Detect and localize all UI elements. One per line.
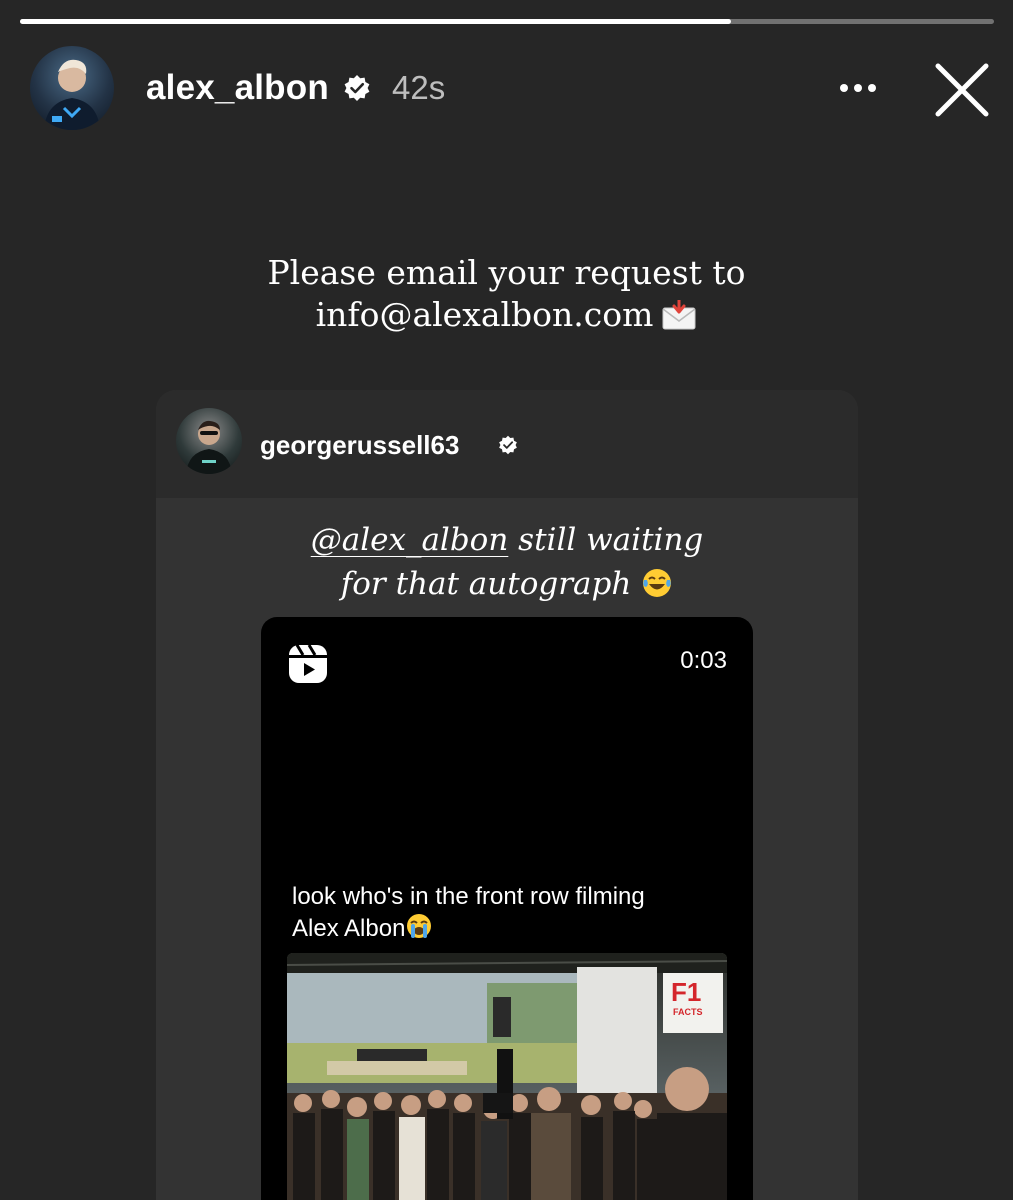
face-with-tears-of-joy-icon xyxy=(643,569,672,597)
shared-post-avatar[interactable] xyxy=(176,408,242,474)
shared-post-caption-line-1: @alex_albon still waiting xyxy=(156,518,858,562)
incoming-envelope-icon xyxy=(662,300,696,330)
crowd-scene-image: F1 FACTS xyxy=(287,953,727,1200)
verified-badge-icon xyxy=(499,435,517,455)
shared-post-header: georgerussell63 xyxy=(156,390,858,498)
story-caption: Please email your request to info@alexal… xyxy=(0,252,1013,336)
story-progress-bar xyxy=(20,19,994,24)
caption-text-2: for that autograph xyxy=(340,566,632,602)
shared-post-avatar-photo xyxy=(186,420,232,474)
loudly-crying-face-icon xyxy=(407,914,432,938)
overlay-line-2-text: Alex Albon xyxy=(292,915,406,942)
story-viewer: alex_albon 42s Please email your request… xyxy=(0,0,1013,1200)
video-duration: 0:03 xyxy=(680,647,727,674)
shared-post-caption-line-2: for that autograph xyxy=(156,562,858,606)
sign-facts-text: FACTS xyxy=(673,1007,703,1017)
verified-badge-icon xyxy=(344,75,370,101)
story-progress-fill xyxy=(20,19,732,24)
close-icon[interactable] xyxy=(930,58,994,122)
avatar-photo xyxy=(44,59,100,130)
video-frame-image: F1 FACTS xyxy=(287,953,727,1200)
shared-post-username[interactable]: georgerussell63 xyxy=(260,430,459,461)
caption-line-2: info@alexalbon.com xyxy=(0,294,1013,336)
caption-text: still waiting xyxy=(508,522,704,558)
shared-post-caption: @alex_albon still waiting for that autog… xyxy=(156,518,858,606)
overlay-line-2: Alex Albon xyxy=(292,912,732,944)
story-header: alex_albon 42s xyxy=(0,46,1013,132)
mention-link[interactable]: @alex_albon xyxy=(311,522,509,558)
caption-line-1: Please email your request to xyxy=(267,253,746,292)
email-address[interactable]: info@alexalbon.com xyxy=(316,295,654,334)
story-username[interactable]: alex_albon xyxy=(146,68,329,108)
story-timestamp: 42s xyxy=(392,69,446,106)
shared-post-card[interactable]: georgerussell63 @alex_albon still waitin… xyxy=(156,390,858,1200)
avatar[interactable] xyxy=(30,46,114,130)
sign-f1-text: F1 xyxy=(671,977,701,1007)
video-overlay-text: look who's in the front row filming Alex… xyxy=(292,881,732,944)
reels-icon xyxy=(289,644,327,683)
overlay-line-1: look who's in the front row filming xyxy=(292,883,645,910)
more-options-icon[interactable] xyxy=(830,66,886,110)
reel-video[interactable]: 0:03 look who's in the front row filming… xyxy=(261,617,753,1200)
